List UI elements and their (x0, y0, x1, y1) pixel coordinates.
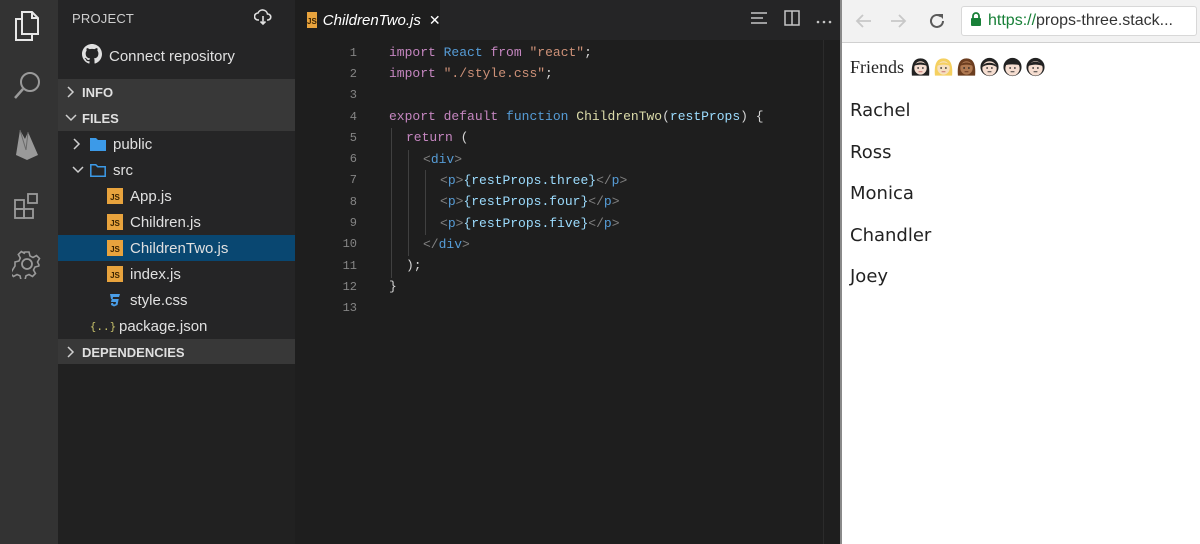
code-area[interactable]: 1 import React from "react"; 2 import ".… (295, 42, 825, 319)
chevron-down-icon (60, 113, 82, 123)
project-header: PROJECT Connect repository (58, 0, 295, 78)
friends-heading: Friends (850, 52, 1046, 82)
firebase-icon[interactable] (9, 126, 45, 162)
code-line: 5 return ( (349, 130, 469, 146)
tree-file-package-json[interactable]: {..} package.json (58, 313, 295, 339)
js-file-icon: JS (107, 214, 123, 230)
url-text: https://props-three.stack... (988, 12, 1173, 29)
heading-text: Friends (850, 56, 904, 77)
section-files-label: FILES (82, 110, 119, 126)
github-icon (82, 44, 102, 68)
friend-name: Chandler (850, 225, 932, 246)
code-line: 10 </div> (342, 236, 470, 252)
friend-name: Monica (850, 183, 914, 204)
tree-item-label: public (113, 135, 153, 153)
friend-name: Ross (850, 142, 892, 163)
tab-childrentwo-js[interactable]: JS ChildrenTwo.js ✕ (295, 0, 441, 40)
editor-scrollbar-track[interactable] (823, 40, 824, 544)
explorer-sidebar: PROJECT Connect repository INFO FILES pu… (58, 0, 295, 544)
code-line: 7 <p>{restProps.three}</p> (349, 172, 628, 188)
tree-file-style-css[interactable]: style.css (58, 287, 295, 313)
friend-name: Rachel (850, 100, 911, 121)
address-bar[interactable]: https://props-three.stack... (961, 6, 1197, 36)
search-icon[interactable] (9, 68, 45, 104)
gear-icon[interactable] (9, 246, 45, 282)
code-line: 9 <p>{restProps.five}</p> (349, 215, 620, 231)
css-file-icon (107, 292, 123, 308)
close-tab-icon[interactable]: ✕ (429, 12, 441, 29)
editor-tab-bar: JS ChildrenTwo.js ✕ (295, 0, 840, 40)
back-button[interactable] (850, 8, 876, 34)
code-line: 3 (349, 88, 357, 103)
chevron-right-icon (60, 346, 82, 358)
section-info[interactable]: INFO (58, 79, 295, 105)
cloud-download-icon[interactable] (253, 8, 272, 26)
code-line: 11 ); (342, 258, 422, 274)
project-title: PROJECT (72, 11, 135, 26)
tab-label: ChildrenTwo.js (322, 11, 421, 29)
woman-emoji-icon (911, 58, 930, 76)
rendered-page: Friends Rachel Ross Monica Chandler Joey (850, 52, 1046, 287)
tree-item-label: style.css (130, 291, 188, 309)
code-line: 1 import React from "react"; (349, 45, 592, 61)
emoji-row (910, 56, 1046, 78)
split-editor-icon[interactable] (784, 9, 800, 31)
connect-repository-label: Connect repository (109, 47, 235, 65)
folder-icon (90, 136, 106, 152)
man-emoji-icon (1026, 57, 1045, 77)
blond-woman-emoji-icon (934, 58, 953, 76)
format-icon[interactable] (750, 11, 768, 30)
js-file-icon: JS (107, 240, 123, 256)
folder-open-icon (90, 162, 106, 178)
lock-icon (970, 11, 982, 31)
tree-file-children-js[interactable]: JS Children.js (58, 209, 295, 235)
section-info-label: INFO (82, 84, 114, 100)
chevron-right-icon (60, 86, 82, 98)
tree-item-label: ChildrenTwo.js (130, 239, 229, 257)
code-line: 2 import "./style.css"; (349, 66, 553, 82)
code-line: 8 <p>{restProps.four}</p> (349, 194, 620, 210)
tree-folder-src[interactable]: src (58, 157, 295, 183)
code-line: 4 export default function ChildrenTwo(re… (349, 109, 764, 125)
reload-button[interactable] (924, 8, 950, 34)
man-emoji-icon (980, 57, 999, 77)
browser-toolbar: https://props-three.stack... (842, 0, 1200, 43)
browser-preview: https://props-three.stack... Friends Rac… (840, 0, 1200, 544)
forward-button[interactable] (886, 8, 912, 34)
tree-item-label: package.json (119, 317, 208, 335)
man-emoji-icon (1003, 57, 1022, 77)
friend-name: Joey (850, 266, 889, 287)
tree-item-label: src (113, 161, 133, 179)
connect-repository-button[interactable]: Connect repository (82, 44, 235, 68)
editor-actions (750, 0, 832, 40)
tree-file-childrentwo-js[interactable]: JS ChildrenTwo.js (58, 235, 295, 261)
tree-item-label: App.js (130, 187, 172, 205)
js-file-icon: JS (307, 12, 317, 28)
woman-medium-skin-emoji-icon (957, 58, 976, 76)
code-line: 12 } (342, 279, 397, 295)
tree-item-label: Children.js (130, 213, 201, 231)
tree-file-index-js[interactable]: JS index.js (58, 261, 295, 287)
js-file-icon: JS (107, 266, 123, 282)
js-file-icon: JS (107, 188, 123, 204)
section-dependencies-label: DEPENDENCIES (82, 344, 185, 360)
activity-bar (0, 0, 58, 544)
section-files[interactable]: FILES (58, 105, 295, 131)
code-line: 13 (342, 301, 357, 316)
json-file-icon: {..} (89, 319, 117, 333)
tree-folder-public[interactable]: public (58, 131, 295, 157)
sidebar-empty-area (58, 364, 295, 544)
section-dependencies[interactable]: DEPENDENCIES (58, 339, 295, 365)
chevron-right-icon (72, 138, 90, 150)
extensions-icon[interactable] (9, 188, 45, 224)
code-line: 6 <div> (349, 151, 463, 167)
tree-file-app-js[interactable]: JS App.js (58, 183, 295, 209)
explorer-icon[interactable] (9, 8, 45, 44)
chevron-down-icon (72, 165, 90, 175)
tree-item-label: index.js (130, 265, 181, 283)
more-actions-icon[interactable] (816, 11, 832, 29)
code-editor: JS ChildrenTwo.js ✕ 1 import React from … (295, 0, 840, 544)
